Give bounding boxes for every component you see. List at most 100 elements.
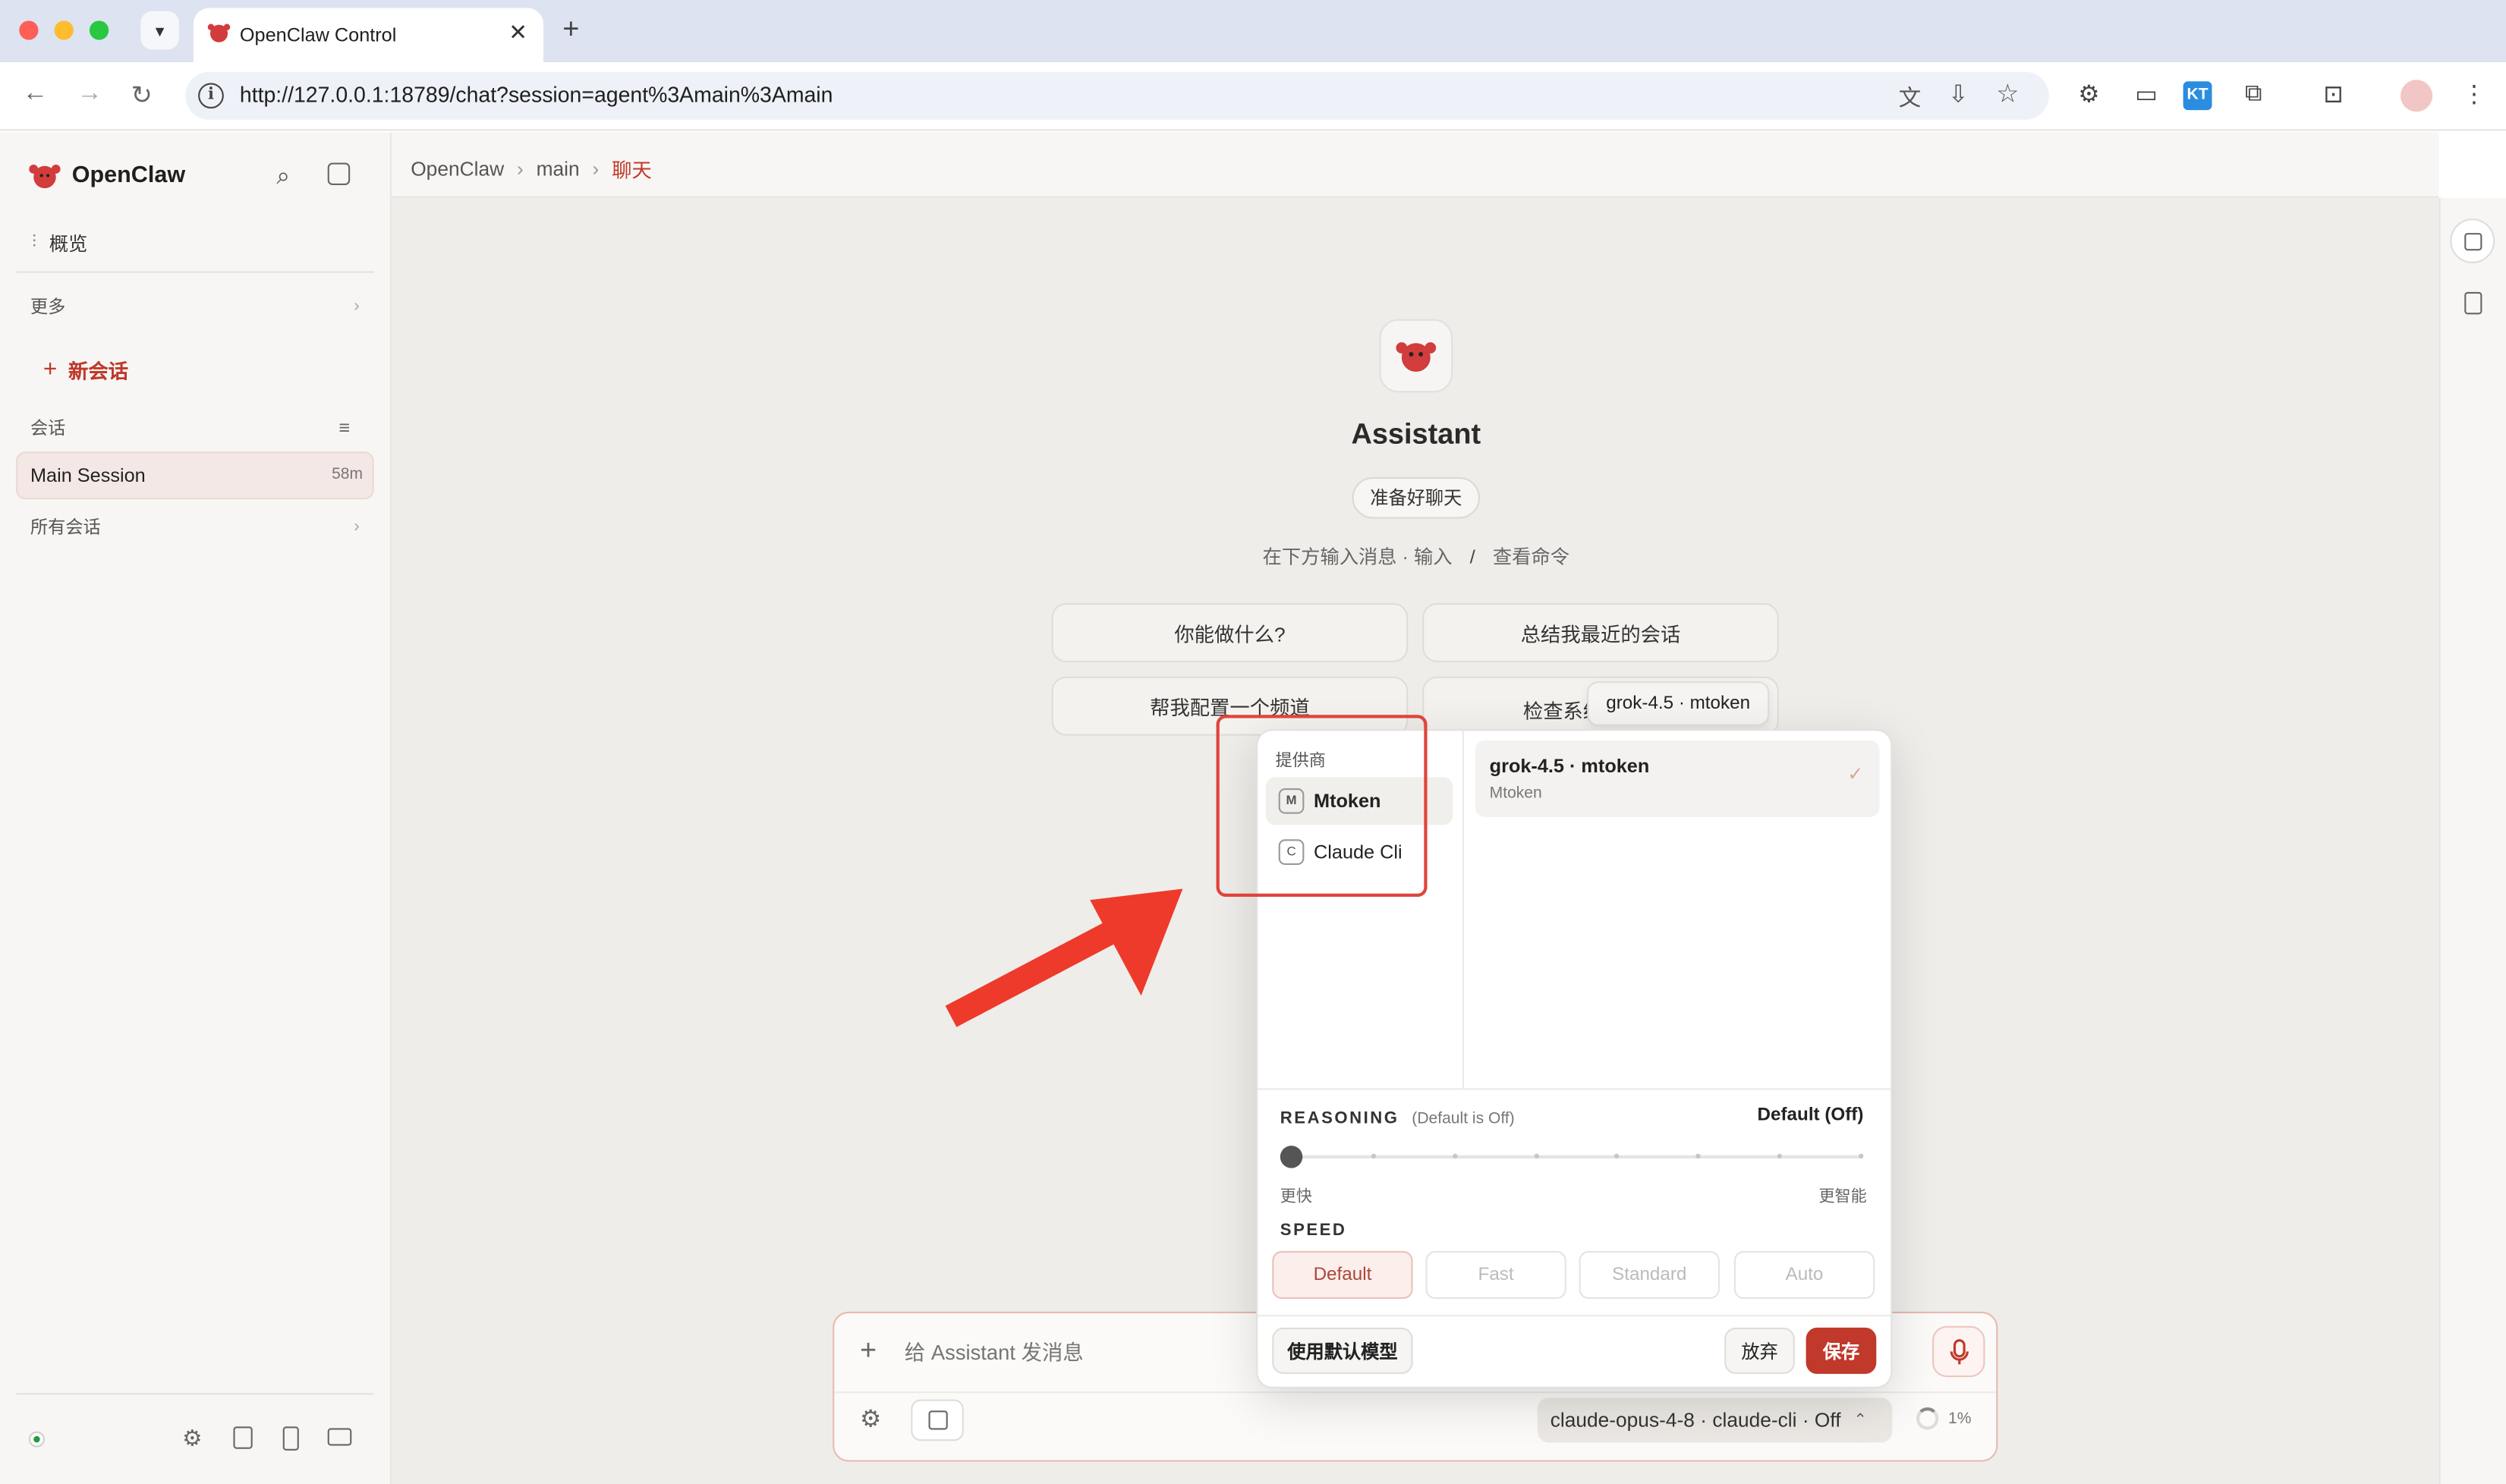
window-minimize-button[interactable]	[54, 20, 74, 40]
chart-icon: ⫶	[32, 233, 36, 253]
breadcrumb-current: 聊天	[612, 159, 652, 182]
model-chip-label: claude-opus-4-8 · claude-cli · Off	[1550, 1409, 1841, 1432]
document-icon[interactable]	[2464, 291, 2482, 315]
new-tab-button[interactable]: +	[562, 13, 579, 46]
hint-suffix: 查看命令	[1492, 545, 1570, 568]
model-option-name: grok-4.5 · mtoken	[1489, 754, 1650, 778]
session-name: Main Session	[30, 464, 146, 487]
new-chat-button[interactable]: + 新会话	[43, 354, 128, 385]
checkmark-icon: ✓	[1847, 762, 1864, 785]
save-button[interactable]: 保存	[1806, 1327, 1877, 1374]
brand-name: OpenClaw	[71, 162, 186, 189]
filter-icon[interactable]: ≡	[338, 417, 350, 439]
panel-icon	[2464, 233, 2482, 251]
progress-ring-icon	[1916, 1407, 1939, 1430]
reasoning-label: REASONING	[1280, 1108, 1399, 1128]
kt-extension-icon[interactable]: KT	[2183, 81, 2212, 111]
book-icon[interactable]	[233, 1426, 253, 1449]
speed-option-fast[interactable]: Fast	[1425, 1250, 1566, 1300]
context-usage-value: 1%	[1948, 1410, 1972, 1428]
sidebar-item-overview[interactable]: ⫶ 概览	[32, 230, 87, 257]
reasoning-value: Default (Off)	[1757, 1105, 1864, 1125]
sessions-header: 会话 ≡	[30, 415, 350, 441]
install-app-icon[interactable]: ⇩	[1948, 80, 1968, 108]
tab-search-button[interactable]: ▾	[140, 11, 179, 50]
forward-icon[interactable]: →	[77, 80, 102, 108]
reasoning-header: REASONING (Default is Off)	[1280, 1109, 1515, 1128]
hint-key: /	[1469, 545, 1475, 568]
breadcrumb-separator: ›	[516, 157, 524, 180]
site-info-icon[interactable]: i	[198, 83, 224, 109]
all-sessions-link[interactable]: 所有会话 ›	[30, 514, 360, 539]
openclaw-logo-icon	[29, 165, 61, 189]
browser-menu-icon[interactable]: ⋮	[2458, 80, 2490, 108]
breadcrumb-root[interactable]: OpenClaw	[411, 157, 504, 179]
slider-tick	[1533, 1153, 1539, 1159]
sidebar-item-label: 概览	[49, 233, 88, 256]
window-zoom-button[interactable]	[89, 20, 109, 40]
plus-icon: +	[43, 356, 58, 383]
slider-tick	[1371, 1153, 1376, 1159]
extensions-puzzle-icon[interactable]: ⧉	[2237, 80, 2269, 107]
attach-plus-icon[interactable]: +	[860, 1334, 877, 1367]
annotation-arrow-icon	[945, 888, 1183, 1027]
mobile-view-icon[interactable]	[282, 1426, 299, 1451]
composer-settings-icon[interactable]: ⚙	[860, 1404, 881, 1433]
slider-tick	[1452, 1153, 1457, 1159]
settings-gear-icon[interactable]: ⚙	[182, 1425, 202, 1452]
desktop-view-icon[interactable]	[327, 1428, 352, 1446]
mic-button[interactable]	[1931, 1325, 1985, 1378]
slider-max-label: 更智能	[1818, 1188, 1867, 1207]
sidebar-more[interactable]: 更多 ›	[30, 294, 360, 319]
use-default-model-button[interactable]: 使用默认模型	[1272, 1327, 1413, 1374]
chevron-up-icon: ⌃	[1853, 1411, 1868, 1429]
breadcrumb: OpenClaw › main › 聊天	[411, 153, 652, 184]
reload-icon[interactable]: ↻	[131, 80, 153, 112]
bookmark-star-icon[interactable]: ☆	[1996, 78, 2019, 110]
microphone-icon	[1950, 1339, 1969, 1365]
reasoning-slider[interactable]	[1280, 1143, 1864, 1171]
model-option-provider: Mtoken	[1489, 784, 1542, 803]
sidebar	[0, 132, 392, 1484]
search-icon[interactable]: ⌕	[276, 163, 290, 190]
model-selector-chip[interactable]: claude-opus-4-8 · claude-cli · Off ⌃	[1537, 1398, 1893, 1443]
breadcrumb-main[interactable]: main	[537, 157, 580, 179]
back-icon[interactable]: ←	[22, 80, 48, 108]
model-tooltip: grok-4.5 · mtoken	[1587, 681, 1770, 726]
context-usage: 1%	[1916, 1407, 1972, 1430]
toggle-sidebar-button[interactable]	[911, 1399, 964, 1442]
speed-option-default[interactable]: Default	[1272, 1250, 1413, 1300]
sidebar-brand[interactable]: OpenClaw	[27, 158, 185, 193]
openai-extension-icon[interactable]: ⚙	[2073, 80, 2105, 108]
toggle-panel-button[interactable]	[2450, 219, 2495, 264]
model-option-selected[interactable]: grok-4.5 · mtoken Mtoken ✓	[1475, 740, 1880, 817]
url-text: http://127.0.0.1:18789/chat?session=agen…	[239, 83, 833, 107]
screenshot-icon[interactable]: ⊡	[2318, 80, 2350, 108]
annotation-highlight-box	[1216, 715, 1428, 898]
all-sessions-label: 所有会话	[30, 518, 101, 538]
discard-button[interactable]: 放弃	[1724, 1327, 1795, 1374]
session-item-main[interactable]: Main Session 58m	[16, 451, 374, 500]
browser-tab-active[interactable]: OpenClaw Control ✕	[193, 8, 543, 63]
suggestion-chip[interactable]: 总结我最近的会话	[1422, 603, 1779, 662]
assistant-name: Assistant	[1351, 418, 1481, 451]
slider-track	[1291, 1155, 1861, 1159]
window-close-button[interactable]	[19, 20, 39, 40]
speed-option-standard[interactable]: Standard	[1579, 1250, 1720, 1300]
collapse-sidebar-icon[interactable]	[327, 162, 351, 185]
address-bar[interactable]: i http://127.0.0.1:18789/chat?session=ag…	[185, 71, 2049, 120]
cast-extension-icon[interactable]: ▭	[2130, 80, 2162, 108]
speed-option-auto[interactable]: Auto	[1733, 1250, 1875, 1300]
translate-icon[interactable]: 文	[1899, 81, 1921, 113]
composer-divider	[834, 1391, 1997, 1394]
slider-tick	[1859, 1153, 1864, 1159]
tab-title: OpenClaw Control	[239, 24, 397, 46]
sidebar-icon	[928, 1410, 948, 1430]
profile-avatar[interactable]	[2401, 80, 2433, 112]
slider-knob[interactable]	[1280, 1146, 1303, 1168]
column-divider	[1462, 731, 1464, 1089]
tab-close-icon[interactable]: ✕	[508, 19, 527, 46]
suggestion-chip[interactable]: 你能做什么?	[1051, 603, 1409, 662]
popup-divider	[1258, 1315, 1891, 1317]
message-input[interactable]	[904, 1334, 1257, 1369]
